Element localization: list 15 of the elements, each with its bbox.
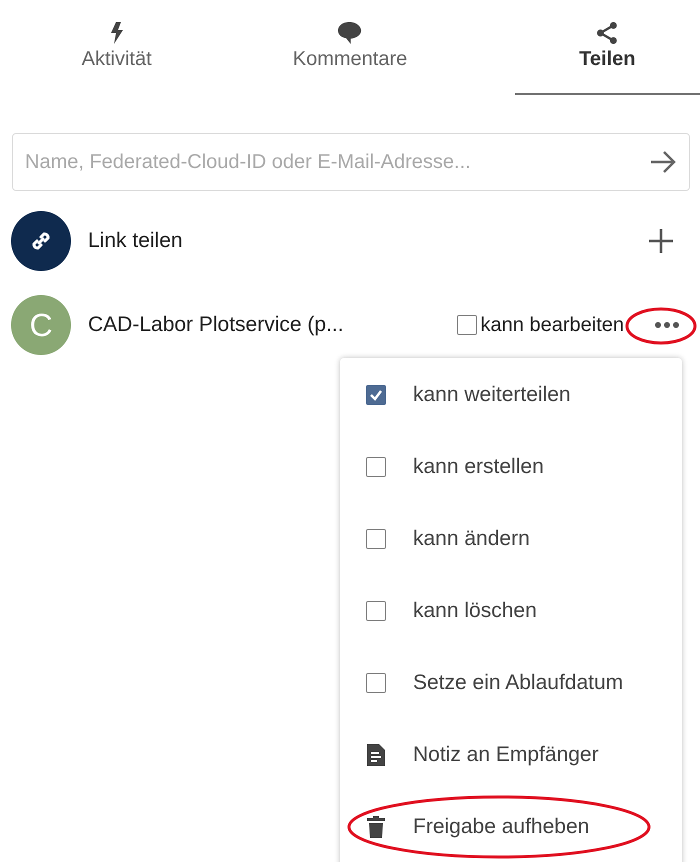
tab[interactable]: Kommentare (233, 0, 467, 95)
search-field[interactable]: Name, Federated-Cloud-ID oder E-Mail-Adresse... (12, 133, 690, 191)
tab[interactable]: Teilen (514, 0, 700, 95)
menu-item[interactable]: Freigabe aufheben (340, 791, 682, 862)
user-avatar: C (11, 295, 71, 355)
permission-checkbox[interactable]: kann ändern (340, 503, 682, 575)
tab[interactable]: Aktivität (0, 0, 234, 95)
permission-checkbox[interactable]: kann weiterteilen (340, 359, 682, 431)
permission-checkbox[interactable]: Setze ein Ablaufdatum (340, 647, 682, 719)
menu-item[interactable]: Notiz an Empfänger (340, 719, 682, 791)
share-recipient-name: CAD-Labor Plotservice (p... (88, 313, 344, 337)
edit-permission-checkbox[interactable]: kann bearbeiten (456, 314, 624, 336)
permission-checkbox[interactable]: kann erstellen (340, 431, 682, 503)
link-share-label: Link teilen (88, 229, 183, 253)
permission-checkbox[interactable]: kann löschen (340, 575, 682, 647)
